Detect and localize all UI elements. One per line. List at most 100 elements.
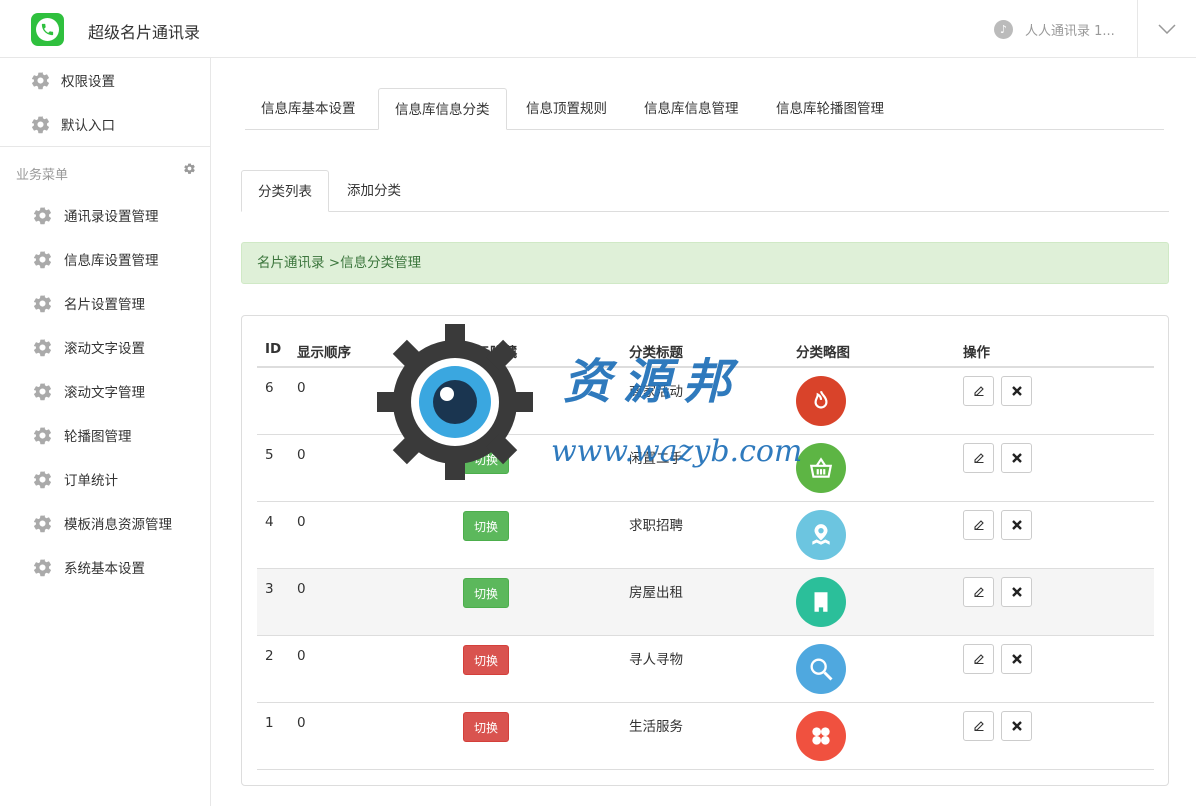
- clover-icon: [796, 711, 846, 761]
- cell-id: 6: [265, 380, 274, 396]
- col-thumbnail: 分类略图: [796, 345, 850, 361]
- table-header: ID 显示顺序 显示隐藏 分类标题 分类略图 操作: [257, 331, 1154, 368]
- cell-order: 0: [297, 715, 306, 731]
- col-title: 分类标题: [629, 345, 683, 361]
- edit-icon[interactable]: [963, 711, 994, 741]
- sidebar-item-label: 权限设置: [61, 74, 115, 90]
- account-name: 人人通讯录 1...: [1025, 24, 1115, 39]
- edit-icon[interactable]: [963, 376, 994, 406]
- category-table-panel: ID 显示顺序 显示隐藏 分类标题 分类略图 操作 6 0 切换 商家活动 5 0 切换 闲置…: [241, 315, 1169, 786]
- sidebar: 权限设置 默认入口 业务菜单 通讯录设置管理 信息库设置管理 名片设置管理 滚动文字设…: [0, 58, 211, 806]
- close-icon[interactable]: [1001, 376, 1032, 406]
- sidebar-divider: [0, 146, 210, 147]
- sidebar-item[interactable]: 通讯录设置管理: [0, 193, 210, 237]
- cell-title: 寻人寻物: [629, 652, 683, 668]
- breadcrumb: 名片通讯录 >信息分类管理: [241, 242, 1169, 284]
- gear-icon: [32, 293, 53, 314]
- sidebar-item-label: 订单统计: [64, 473, 118, 489]
- close-icon[interactable]: [1001, 711, 1032, 741]
- edit-icon[interactable]: [963, 644, 994, 674]
- app-title: 超级名片通讯录: [88, 23, 201, 42]
- sidebar-item-label: 轮播图管理: [64, 429, 132, 445]
- sidebar-item[interactable]: 订单统计: [0, 457, 210, 501]
- cell-title: 闲置二手: [629, 451, 683, 467]
- edit-icon[interactable]: [963, 577, 994, 607]
- gear-icon: [30, 70, 51, 91]
- account-switcher[interactable]: ♪ 人人通讯录 1...: [994, 20, 1115, 39]
- fire-icon: [796, 376, 846, 426]
- tab-add-category[interactable]: 添加分类: [331, 170, 417, 212]
- edit-icon[interactable]: [963, 510, 994, 540]
- tab-bar: 信息库基本设置 信息库信息分类 信息顶置规则 信息库信息管理 信息库轮播图管理: [245, 88, 1164, 130]
- gear-icon: [32, 381, 53, 402]
- tab-basic-settings[interactable]: 信息库基本设置: [245, 88, 372, 130]
- gear-icon: [32, 205, 53, 226]
- col-visibility: 显示隐藏: [463, 345, 517, 361]
- toggle-visibility-button[interactable]: 切换: [463, 712, 509, 742]
- sidebar-item-label: 通讯录设置管理: [64, 209, 159, 225]
- tab-category-list[interactable]: 分类列表: [241, 170, 329, 212]
- gear-icon: [30, 114, 51, 135]
- gear-icon[interactable]: [183, 162, 196, 175]
- gear-icon: [32, 249, 53, 270]
- subtab-bar: 分类列表 添加分类: [241, 170, 1169, 212]
- cell-id: 2: [265, 648, 274, 664]
- sidebar-item[interactable]: 轮播图管理: [0, 413, 210, 457]
- table-row: 2 0 切换 寻人寻物: [257, 636, 1154, 703]
- gear-icon: [32, 469, 53, 490]
- close-icon[interactable]: [1001, 577, 1032, 607]
- table-row: 1 0 切换 生活服务: [257, 703, 1154, 770]
- tab-pin-rules[interactable]: 信息顶置规则: [510, 88, 623, 130]
- map-pin-icon: [796, 510, 846, 560]
- tab-info-manage[interactable]: 信息库信息管理: [628, 88, 755, 130]
- table-row: 4 0 切换 求职招聘: [257, 502, 1154, 569]
- toggle-visibility-button[interactable]: 切换: [463, 645, 509, 675]
- sidebar-item-default-entry[interactable]: 默认入口: [0, 102, 210, 146]
- tab-info-category[interactable]: 信息库信息分类: [378, 88, 507, 130]
- sidebar-item-label: 默认入口: [61, 118, 115, 134]
- close-icon[interactable]: [1001, 510, 1032, 540]
- table-row: 6 0 切换 商家活动: [257, 368, 1154, 435]
- toggle-visibility-button[interactable]: 切换: [463, 578, 509, 608]
- sidebar-item[interactable]: 名片设置管理: [0, 281, 210, 325]
- chevron-down-icon[interactable]: [1138, 0, 1196, 58]
- sidebar-item-label: 系统基本设置: [64, 561, 145, 577]
- cell-order: 0: [297, 380, 306, 396]
- sidebar-item[interactable]: 信息库设置管理: [0, 237, 210, 281]
- close-icon[interactable]: [1001, 443, 1032, 473]
- edit-icon[interactable]: [963, 443, 994, 473]
- sidebar-item[interactable]: 滚动文字设置: [0, 325, 210, 369]
- sidebar-item-label: 信息库设置管理: [64, 253, 159, 269]
- cell-id: 4: [265, 514, 274, 530]
- table-row: 3 0 切换 房屋出租: [257, 569, 1154, 636]
- cell-title: 生活服务: [629, 719, 683, 735]
- gear-icon: [32, 513, 53, 534]
- basket-icon: [796, 443, 846, 493]
- main-content: 信息库基本设置 信息库信息分类 信息顶置规则 信息库信息管理 信息库轮播图管理 …: [211, 58, 1196, 806]
- top-header: 超级名片通讯录 ♪ 人人通讯录 1...: [0, 0, 1196, 58]
- cell-id: 3: [265, 581, 274, 597]
- sidebar-item-permissions[interactable]: 权限设置: [0, 58, 210, 102]
- toggle-visibility-button[interactable]: 切换: [463, 377, 509, 407]
- cell-title: 求职招聘: [629, 518, 683, 534]
- toggle-visibility-button[interactable]: 切换: [463, 444, 509, 474]
- sidebar-item[interactable]: 系统基本设置: [0, 545, 210, 589]
- cell-order: 0: [297, 648, 306, 664]
- gear-icon: [32, 425, 53, 446]
- cell-title: 商家活动: [629, 384, 683, 400]
- sidebar-item-label: 名片设置管理: [64, 297, 145, 313]
- sidebar-item-label: 滚动文字管理: [64, 385, 145, 401]
- tab-carousel-manage[interactable]: 信息库轮播图管理: [760, 88, 900, 130]
- search-icon: [796, 644, 846, 694]
- close-icon[interactable]: [1001, 644, 1032, 674]
- cell-order: 0: [297, 447, 306, 463]
- phone-icon[interactable]: [31, 13, 64, 46]
- gear-icon: [32, 337, 53, 358]
- sidebar-item[interactable]: 滚动文字管理: [0, 369, 210, 413]
- sidebar-item[interactable]: 模板消息资源管理: [0, 501, 210, 545]
- toggle-visibility-button[interactable]: 切换: [463, 511, 509, 541]
- sidebar-item-label: 模板消息资源管理: [64, 517, 172, 533]
- cell-id: 5: [265, 447, 274, 463]
- gear-icon: [32, 557, 53, 578]
- sidebar-item-label: 滚动文字设置: [64, 341, 145, 357]
